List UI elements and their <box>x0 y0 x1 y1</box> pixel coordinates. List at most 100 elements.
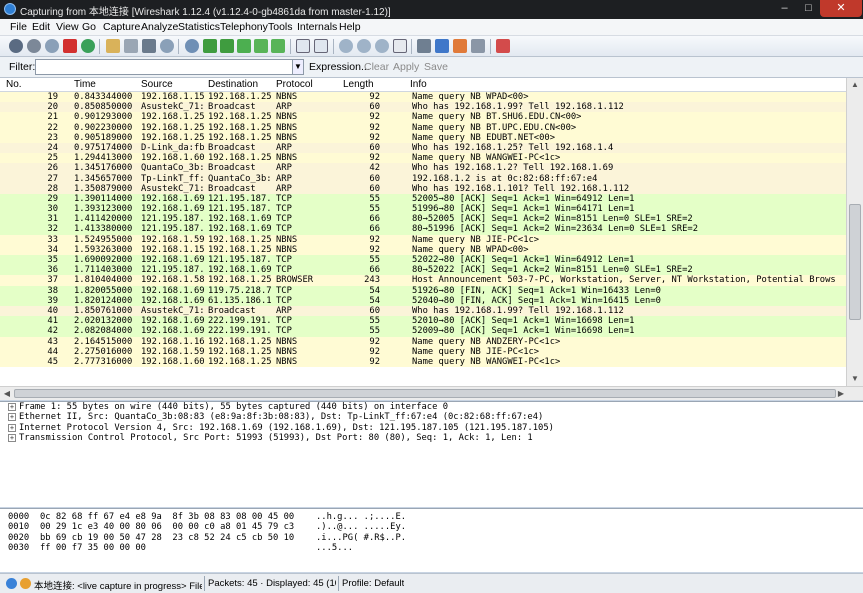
menu-statistics[interactable]: Statistics <box>178 21 220 33</box>
save-file-icon[interactable] <box>124 39 138 53</box>
restart-capture-icon[interactable] <box>81 39 95 53</box>
scroll-up-icon[interactable]: ▲ <box>847 78 863 92</box>
packet-row[interactable]: 33 1.524955000 192.168.1.59 192.168.1.25 NBN… <box>0 234 846 245</box>
packet-row[interactable]: 34 1.593263000 192.168.1.15 192.168.1.25 NBN… <box>0 244 846 255</box>
close-button[interactable]: ✕ <box>820 0 862 17</box>
go-forward-icon[interactable] <box>220 39 234 53</box>
packet-row[interactable]: 25 1.294413000 192.168.1.60 192.168.1.25 NBN… <box>0 153 846 164</box>
help-icon[interactable] <box>496 39 510 53</box>
menu-tools[interactable]: Tools <box>268 21 293 33</box>
packet-row[interactable]: 26 1.345176000 QuantaCo_3b: Broadcast ARP 42 W… <box>0 163 846 174</box>
menu-file[interactable]: File <box>10 21 27 33</box>
menu-internals[interactable]: Internals <box>297 21 337 33</box>
capture-options-icon[interactable] <box>27 39 41 53</box>
packet-list[interactable]: 19 0.843344000 192.168.1.15 192.168.1.25 NBN… <box>0 92 846 386</box>
detail-row-frame[interactable]: + Frame 1: 55 bytes on wire (440 bits), … <box>0 402 863 412</box>
packet-row[interactable]: 42 2.082084000 192.168.1.69 222.199.191. TCP… <box>0 326 846 337</box>
column-destination[interactable]: Destination <box>208 79 258 90</box>
detail-row-ethernet[interactable]: + Ethernet II, Src: QuantaCo_3b:08:83 (e… <box>0 412 863 422</box>
menu-capture[interactable]: Capture <box>103 21 140 33</box>
go-first-icon[interactable] <box>254 39 268 53</box>
packet-row[interactable]: 30 1.393123000 192.168.1.69 121.195.187. TCP… <box>0 204 846 215</box>
minimize-button[interactable]: – <box>772 0 797 17</box>
packet-row[interactable]: 19 0.843344000 192.168.1.15 192.168.1.25 NBN… <box>0 92 846 103</box>
packet-row[interactable]: 20 0.850850000 AsustekC_71: Broadcast ARP 60 W… <box>0 102 846 113</box>
bytes-row[interactable]: 0010 00 29 1c e3 40 00 80 06 00 00 c0 a8… <box>0 522 863 532</box>
bytes-row[interactable]: 0000 0c 82 68 ff 67 e4 e8 9a 8f 3b 08 83… <box>0 512 863 522</box>
go-back-icon[interactable] <box>203 39 217 53</box>
hscroll-thumb[interactable] <box>14 389 836 398</box>
maximize-button[interactable]: □ <box>797 0 820 17</box>
interfaces-icon[interactable] <box>9 39 23 53</box>
packet-row[interactable]: 24 0.975174000 D-Link_da:fb Broadcast ARP 60 W… <box>0 142 846 154</box>
bytes-row[interactable]: 0030 ff 00 f7 35 00 00 00 ...5... <box>0 543 863 553</box>
packet-row[interactable]: 28 1.350879000 AsustekC_71: Broadcast ARP 60 W… <box>0 183 846 194</box>
packet-row[interactable]: 35 1.690092000 192.168.1.69 121.195.187. TCP… <box>0 255 846 266</box>
column-info[interactable]: Info <box>410 79 427 90</box>
vscroll-thumb[interactable] <box>849 204 861 320</box>
zoom-in-icon[interactable] <box>339 39 353 53</box>
find-packet-icon[interactable] <box>185 39 199 53</box>
zoom-normal-icon[interactable] <box>375 39 389 53</box>
bytes-row[interactable]: 0020 bb 69 cb 19 00 50 47 28 23 c8 52 24… <box>0 533 863 543</box>
menu-go[interactable]: Go <box>82 21 96 33</box>
detail-row-ip[interactable]: + Internet Protocol Version 4, Src: 192.… <box>0 423 863 433</box>
column-source[interactable]: Source <box>141 79 173 90</box>
column-protocol[interactable]: Protocol <box>276 79 313 90</box>
scroll-down-icon[interactable]: ▼ <box>847 372 863 386</box>
menu-analyze[interactable]: Analyze <box>141 21 178 33</box>
stop-capture-icon[interactable] <box>63 39 77 53</box>
menu-view[interactable]: View <box>56 21 79 33</box>
detail-row-tcp[interactable]: + Transmission Control Protocol, Src Por… <box>0 433 863 443</box>
close-file-icon[interactable] <box>142 39 156 53</box>
packet-row[interactable]: 27 1.345657000 Tp-LinkT_ff: QuantaCo_3b: ARP… <box>0 173 846 184</box>
packet-row[interactable]: 41 2.020132000 192.168.1.69 222.199.191. TCP… <box>0 316 846 327</box>
packet-row[interactable]: 22 0.902230000 192.168.1.25 192.168.1.25 NBN… <box>0 122 846 133</box>
packet-row[interactable]: 43 2.164515000 192.168.1.16 192.168.1.25 NBN… <box>0 336 846 347</box>
expression-button[interactable]: Expression... <box>309 61 370 73</box>
packet-row[interactable]: 23 0.905189000 192.168.1.25 192.168.1.25 NBN… <box>0 132 846 143</box>
menu-edit[interactable]: Edit <box>32 21 50 33</box>
column-time[interactable]: Time <box>74 79 96 90</box>
packet-row[interactable]: 32 1.413380000 121.195.187. 192.168.1.69 TCP… <box>0 224 846 235</box>
colorize-icon[interactable] <box>296 39 310 53</box>
zoom-out-icon[interactable] <box>357 39 371 53</box>
save-button[interactable]: Save <box>424 61 448 73</box>
expand-icon[interactable]: + <box>8 434 16 443</box>
clear-button[interactable]: Clear <box>364 61 389 73</box>
packet-list-hscrollbar[interactable]: ◀ ▶ <box>0 386 863 400</box>
column-no[interactable]: No. <box>6 79 22 90</box>
expert-info-icon[interactable] <box>6 578 17 589</box>
expand-icon[interactable]: + <box>8 403 16 411</box>
packet-row[interactable]: 21 0.901293000 192.168.1.25 192.168.1.25 NBN… <box>0 112 846 123</box>
apply-button[interactable]: Apply <box>393 61 419 73</box>
packet-list-vscrollbar[interactable]: ▲ ▼ <box>846 78 863 386</box>
packet-row[interactable]: 39 1.820124000 192.168.1.69 61.135.186.1 TCP… <box>0 295 846 306</box>
preferences-icon[interactable] <box>471 39 485 53</box>
scroll-right-icon[interactable]: ▶ <box>834 387 848 401</box>
auto-scroll-icon[interactable] <box>314 39 328 53</box>
expand-icon[interactable]: + <box>8 413 16 422</box>
capture-filters-icon[interactable] <box>417 39 431 53</box>
status-profile[interactable]: Profile: Default <box>342 578 404 589</box>
packet-row[interactable]: 31 1.411420000 121.195.187. 192.168.1.69 TCP… <box>0 214 846 225</box>
start-capture-icon[interactable] <box>45 39 59 53</box>
packet-row[interactable]: 45 2.777316000 192.168.1.60 192.168.1.25 NBN… <box>0 356 846 368</box>
reload-file-icon[interactable] <box>160 39 174 53</box>
open-file-icon[interactable] <box>106 39 120 53</box>
packet-row[interactable]: 29 1.390114000 192.168.1.69 121.195.187. TCP… <box>0 193 846 205</box>
packet-row[interactable]: 38 1.820055000 192.168.1.69 119.75.218.7 TCP… <box>0 285 846 296</box>
display-filter-input[interactable] <box>35 59 297 75</box>
go-to-packet-icon[interactable] <box>237 39 251 53</box>
go-last-icon[interactable] <box>271 39 285 53</box>
scroll-left-icon[interactable]: ◀ <box>0 387 14 401</box>
coloring-rules-icon[interactable] <box>453 39 467 53</box>
display-filters-icon[interactable] <box>435 39 449 53</box>
expand-icon[interactable]: + <box>8 423 16 432</box>
packet-row[interactable]: 40 1.850761000 AsustekC_71: Broadcast ARP 60 W… <box>0 305 846 317</box>
resize-columns-icon[interactable] <box>393 39 407 53</box>
menu-telephony[interactable]: Telephony <box>220 21 268 33</box>
filter-dropdown-icon[interactable]: ▼ <box>292 59 304 75</box>
packet-row[interactable]: 36 1.711403000 121.195.187. 192.168.1.69 TCP… <box>0 265 846 276</box>
menu-help[interactable]: Help <box>339 21 361 33</box>
